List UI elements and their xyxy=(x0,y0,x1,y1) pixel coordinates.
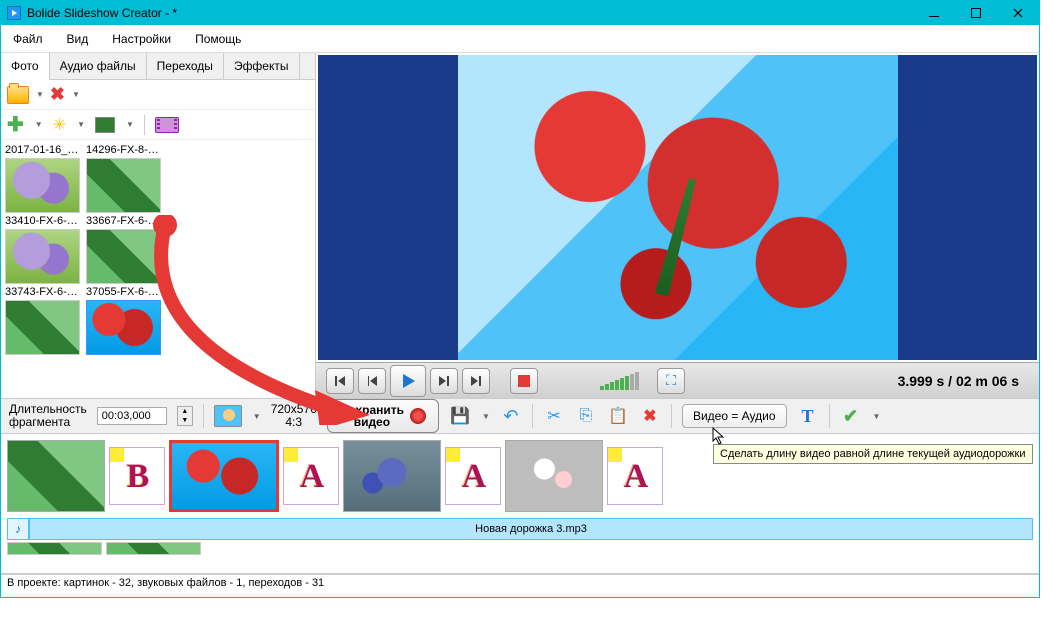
duration-input[interactable] xyxy=(97,407,167,425)
resolution-label: 720x5764:3 xyxy=(271,403,317,429)
stop-button[interactable] xyxy=(510,368,538,394)
video-equals-audio-button[interactable]: Видео = Аудио xyxy=(682,404,787,428)
play-button[interactable] xyxy=(390,365,426,397)
timeline-clip[interactable] xyxy=(7,542,102,555)
copy-icon[interactable]: ⎘ xyxy=(575,405,597,427)
timeline-clip[interactable] xyxy=(7,440,105,512)
preview-panel: ⛶ 3.999 s / 02 m 06 s xyxy=(316,53,1039,398)
timeline-clip[interactable] xyxy=(505,440,603,512)
tab-transitions[interactable]: Переходы xyxy=(147,53,224,79)
playback-controls: ⛶ 3.999 s / 02 m 06 s xyxy=(316,362,1039,398)
thumb-item[interactable]: 33410-FX-6-0-12-... xyxy=(5,215,80,284)
thumb-item[interactable]: 33667-FX-6-0-12-... xyxy=(86,215,161,284)
tab-audio[interactable]: Аудио файлы xyxy=(50,53,147,79)
dropdown-icon[interactable]: ▼ xyxy=(253,412,261,421)
undo-icon[interactable]: ↶ xyxy=(500,405,522,427)
preview-viewport xyxy=(318,55,1037,360)
dropdown-icon[interactable]: ▼ xyxy=(77,120,85,129)
menu-settings[interactable]: Настройки xyxy=(112,32,171,46)
maximize-button[interactable] xyxy=(955,1,997,25)
menu-help[interactable]: Помощь xyxy=(195,32,241,46)
app-icon xyxy=(7,6,21,20)
next-track-button[interactable] xyxy=(462,368,490,394)
next-frame-button[interactable] xyxy=(430,368,458,394)
save-video-button[interactable]: Сохранитьвидео xyxy=(327,399,439,433)
timeline-clip[interactable] xyxy=(106,542,201,555)
duration-spinner[interactable]: ▲▼ xyxy=(177,406,193,426)
statusbar: В проекте: картинок - 32, звуковых файло… xyxy=(1,574,1039,594)
delete-icon[interactable]: ✖ xyxy=(639,405,661,427)
film-icon[interactable] xyxy=(155,117,179,133)
cut-icon[interactable]: ✂ xyxy=(543,405,565,427)
menu-view[interactable]: Вид xyxy=(67,32,89,46)
close-button[interactable] xyxy=(997,1,1039,25)
thumbnail-list[interactable]: 2017-01-16_2203... 14296-FX-8-0-12-... 3… xyxy=(1,140,315,398)
text-icon[interactable]: T xyxy=(797,405,819,427)
thumb-item[interactable]: 2017-01-16_2203... xyxy=(5,144,80,213)
preview-image xyxy=(458,55,898,360)
paste-icon[interactable]: 📋 xyxy=(607,405,629,427)
save-icon[interactable]: 💾 xyxy=(449,405,471,427)
volume-indicator[interactable] xyxy=(600,372,639,390)
remove-icon[interactable]: ✖ xyxy=(50,84,65,105)
minimize-button[interactable] xyxy=(913,1,955,25)
timeline-clip[interactable] xyxy=(343,440,441,512)
color-swatch[interactable] xyxy=(95,117,115,133)
menu-file[interactable]: Файл xyxy=(13,32,43,46)
audio-track[interactable]: Новая дорожка 3.mp3 xyxy=(29,518,1033,540)
thumb-caption: 14296-FX-8-0-12-... xyxy=(86,144,161,156)
thumb-caption: 33410-FX-6-0-12-... xyxy=(5,215,80,227)
dropdown-icon[interactable]: ▼ xyxy=(873,412,881,421)
record-icon xyxy=(410,408,426,424)
sparkle-icon[interactable]: ✳ xyxy=(53,115,66,135)
cursor-icon xyxy=(712,427,726,445)
thumb-caption: 37055-FX-6-0-12-... xyxy=(86,286,161,298)
timeline-transition[interactable]: B xyxy=(109,447,165,505)
open-folder-icon[interactable] xyxy=(7,86,29,104)
menubar: Файл Вид Настройки Помощь xyxy=(1,25,1039,53)
timeline-clip-current[interactable] xyxy=(169,440,279,512)
thumb-item[interactable]: 14296-FX-8-0-12-... xyxy=(86,144,161,213)
tab-photo[interactable]: Фото xyxy=(1,53,50,80)
thumb-caption: 33667-FX-6-0-12-... xyxy=(86,215,161,227)
media-panel: Фото Аудио файлы Переходы Эффекты ▼ ✖ ▼ ✚… xyxy=(1,53,316,398)
dropdown-icon[interactable]: ▼ xyxy=(126,120,134,129)
dropdown-icon[interactable]: ▼ xyxy=(482,412,490,421)
thumb-item[interactable]: 37055-FX-6-0-12-... xyxy=(86,286,161,355)
timeline-transition[interactable]: A xyxy=(607,447,663,505)
dropdown-icon[interactable]: ▼ xyxy=(72,90,80,99)
thumb-item[interactable]: 33743-FX-6-0-12-... xyxy=(5,286,80,355)
thumb-caption: 33743-FX-6-0-12-... xyxy=(5,286,80,298)
dropdown-icon[interactable]: ▼ xyxy=(35,120,43,129)
timeline-transition[interactable]: A xyxy=(283,447,339,505)
audio-track-icon[interactable]: ♪ xyxy=(7,518,29,540)
duration-label: Длительностьфрагмента xyxy=(9,403,87,429)
window-title: Bolide Slideshow Creator - * xyxy=(27,6,177,20)
prev-track-button[interactable] xyxy=(326,368,354,394)
timeline-transition[interactable]: A xyxy=(445,447,501,505)
apply-icon[interactable]: ✔ xyxy=(840,405,862,427)
tab-effects[interactable]: Эффекты xyxy=(224,53,300,79)
tooltip: Сделать длину видео равной длине текущей… xyxy=(713,444,1033,464)
mid-toolbar: Длительностьфрагмента ▲▼ ▼ 720x5764:3 Со… xyxy=(1,398,1039,434)
titlebar: Bolide Slideshow Creator - * xyxy=(1,1,1039,25)
avatar-icon[interactable] xyxy=(214,405,242,427)
prev-frame-button[interactable] xyxy=(358,368,386,394)
time-display: 3.999 s / 02 m 06 s xyxy=(898,373,1029,389)
fullscreen-button[interactable]: ⛶ xyxy=(657,368,685,394)
thumb-caption: 2017-01-16_2203... xyxy=(5,144,80,156)
add-icon[interactable]: ✚ xyxy=(7,112,24,137)
dropdown-icon[interactable]: ▼ xyxy=(36,90,44,99)
